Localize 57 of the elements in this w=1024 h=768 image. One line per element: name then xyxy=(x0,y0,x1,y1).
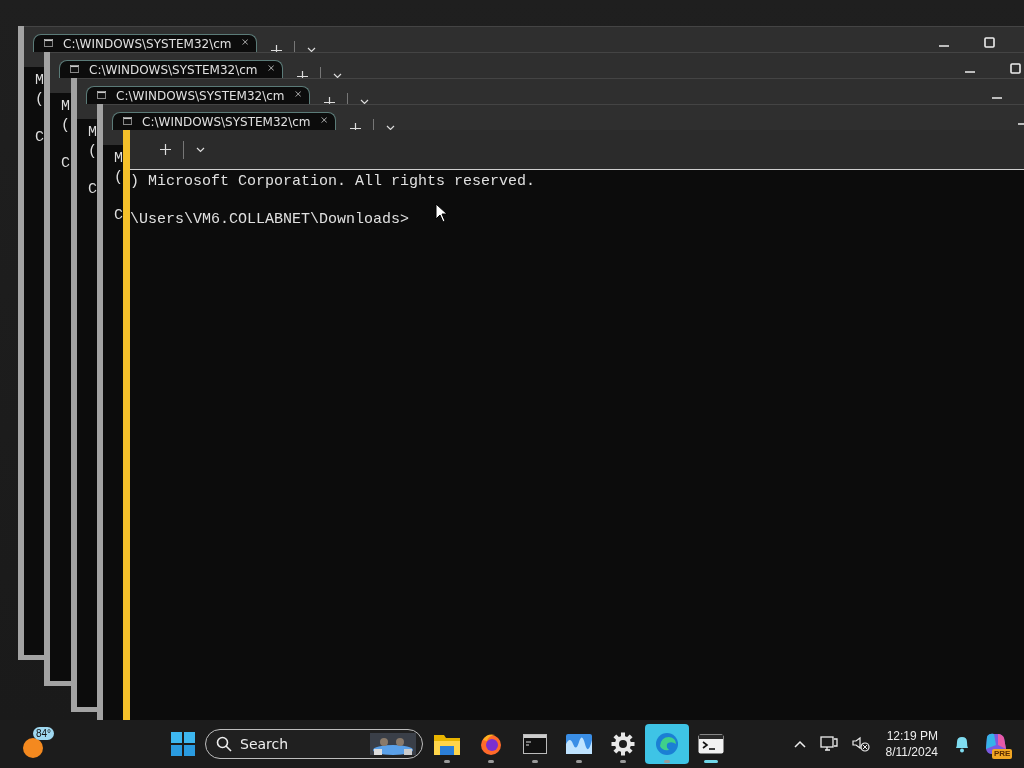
folder-icon xyxy=(434,733,460,755)
tab[interactable]: C:\WINDOWS\SYSTEM32\cm xyxy=(86,86,310,104)
console-icon xyxy=(123,115,133,127)
console-icon xyxy=(70,63,80,75)
plus-icon[interactable] xyxy=(160,144,171,155)
bell-icon xyxy=(954,735,970,753)
search-field[interactable]: Search xyxy=(205,729,423,759)
console-text: M xyxy=(114,149,123,168)
copilot-button[interactable]: PRE xyxy=(982,731,1010,757)
tab[interactable]: C:\WINDOWS\SYSTEM32\cm xyxy=(112,112,336,130)
volume-button[interactable] xyxy=(849,734,872,754)
console-text: ( xyxy=(61,116,70,135)
console-text: C xyxy=(114,206,123,225)
weather-button[interactable]: 84° xyxy=(20,727,54,761)
monitor-icon xyxy=(819,736,838,752)
temperature-badge: 84° xyxy=(33,727,55,740)
close-icon[interactable] xyxy=(294,89,301,99)
console-window-icon xyxy=(523,734,547,754)
swirl-browser-icon xyxy=(655,732,679,756)
chevron-down-icon[interactable] xyxy=(196,146,205,153)
console-text: ( xyxy=(114,168,123,187)
close-icon[interactable] xyxy=(267,63,274,73)
chevron-down-icon[interactable] xyxy=(307,47,316,53)
chevron-down-icon[interactable] xyxy=(360,99,369,105)
console-text: ) Microsoft Corporation. All rights reserved. xyxy=(130,172,536,191)
console-icon xyxy=(44,37,54,49)
console-text: M xyxy=(88,123,97,142)
console-text: C xyxy=(61,154,70,173)
console-text: ( xyxy=(35,90,44,109)
clock[interactable]: 12:19 PM 8/11/2024 xyxy=(881,728,942,760)
console-text: M xyxy=(35,71,44,90)
maximize-icon[interactable] xyxy=(984,37,995,48)
search-icon xyxy=(216,736,232,752)
chevron-down-icon[interactable] xyxy=(386,125,395,131)
console-icon xyxy=(97,89,107,101)
fox-browser-icon xyxy=(479,732,503,756)
close-icon[interactable] xyxy=(241,37,248,47)
console-text: C xyxy=(88,180,97,199)
network-button[interactable] xyxy=(817,734,840,754)
preview-badge: PRE xyxy=(992,749,1013,759)
chevron-down-icon[interactable] xyxy=(333,73,342,79)
settings-icon xyxy=(611,732,635,756)
console-text: C xyxy=(35,128,44,147)
sun-icon xyxy=(22,737,44,759)
waves-icon xyxy=(566,734,592,754)
tab[interactable]: C:\WINDOWS\SYSTEM32\cm xyxy=(33,34,257,52)
console-text: ( xyxy=(88,142,97,161)
console-text: \Users\VM6.COLLABNET\Downloads> xyxy=(130,210,410,229)
tab[interactable]: C:\WINDOWS\SYSTEM32\cm xyxy=(59,60,283,78)
chevron-up-icon xyxy=(793,740,806,748)
muted-speaker-icon xyxy=(851,736,870,752)
mouse-cursor-icon xyxy=(435,203,448,223)
console-text: M xyxy=(61,97,70,116)
windows-logo-icon xyxy=(171,732,195,756)
terminal-icon xyxy=(698,734,724,754)
maximize-icon[interactable] xyxy=(1010,63,1021,74)
close-icon[interactable] xyxy=(320,115,327,125)
